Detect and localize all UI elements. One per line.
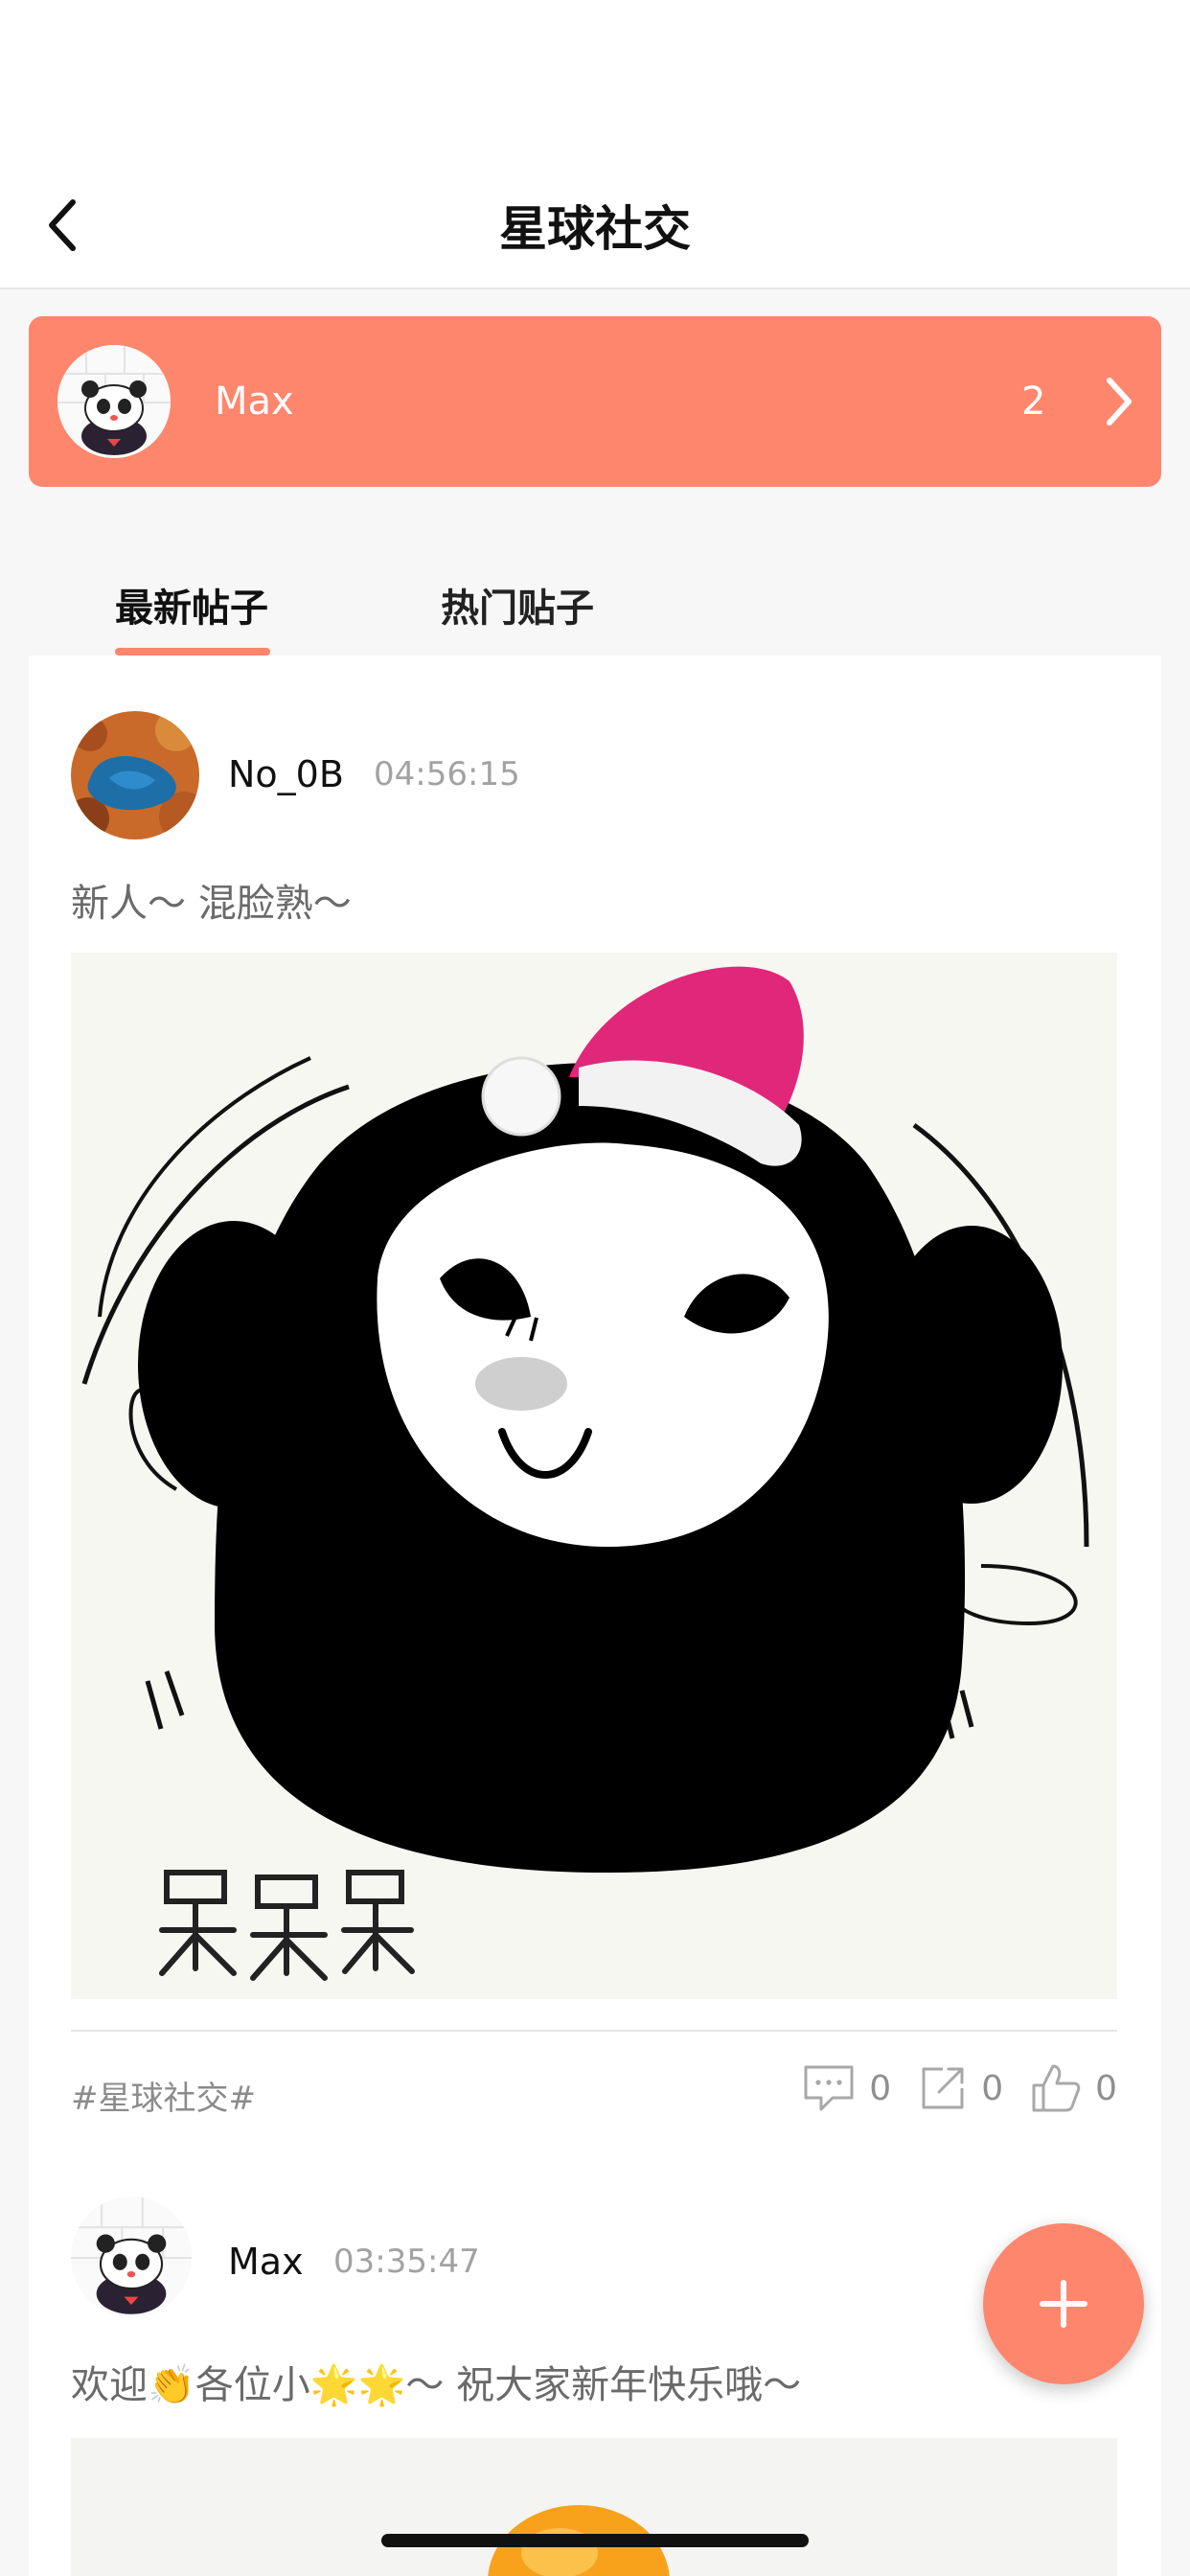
active-tab-indicator [115,648,270,656]
back-arrow-icon [49,199,76,251]
post-image[interactable] [71,953,1117,1999]
avatar[interactable] [71,711,199,840]
reaper-cartoon-image [71,953,1117,1999]
panda-avatar-icon [57,345,171,458]
like-button[interactable]: 0 [1030,2062,1117,2114]
post-divider [71,2030,1117,2032]
status-bar-area [0,0,1190,163]
post-card[interactable]: Max 03:35:47 欢迎👏各位小🌟🌟～ 祝大家新年快乐哦～ [29,2150,1161,2576]
share-button[interactable]: 0 [918,2063,1030,2113]
banner-username: Max [215,380,294,424]
user-profile-banner[interactable]: Max 2 [29,316,1161,487]
home-indicator[interactable] [381,2534,809,2547]
chevron-right-icon [1107,378,1132,426]
avatar[interactable] [71,2196,192,2317]
add-post-button[interactable] [983,2223,1144,2384]
comment-count: 0 [869,2068,892,2108]
post-time: 04:56:15 [374,755,520,794]
thumbs-up-icon [1032,2064,1081,2112]
post-username[interactable]: Max [228,2241,304,2283]
post-card[interactable]: No_0B 04:56:15 新人～ 混脸熟～ #星球社交# 0 0 0 [29,656,1161,2118]
avatar [57,345,171,458]
comment-icon [804,2065,854,2111]
lake-landscape-avatar-icon [71,711,199,840]
banner-post-count: 2 [1021,380,1046,424]
tab-latest-posts[interactable]: 最新帖子 [115,556,268,656]
post-stats: 0 0 0 [802,2062,1117,2114]
share-count: 0 [981,2068,1004,2108]
comment-button[interactable]: 0 [802,2063,918,2113]
plus-icon [1040,2280,1087,2328]
post-username[interactable]: No_0B [228,753,344,795]
orange-balloon-image [71,2438,1117,2576]
post-image[interactable] [71,2438,1117,2576]
post-text: 新人～ 混脸熟～ [71,882,352,926]
tab-hot-posts[interactable]: 热门贴子 [441,556,594,656]
page-title: 星球社交 [499,201,691,257]
share-icon [922,2067,964,2109]
like-count: 0 [1095,2068,1117,2108]
panda-avatar-icon [71,2196,192,2317]
post-hashtag[interactable]: #星球社交# [71,2072,256,2119]
post-time: 03:35:47 [333,2242,480,2281]
post-text: 欢迎👏各位小🌟🌟～ 祝大家新年快乐哦～ [71,2363,802,2407]
back-button[interactable] [42,182,119,268]
post-tabs: 最新帖子 热门贴子 [29,556,1161,656]
navigation-bar: 星球社交 [0,163,1190,289]
